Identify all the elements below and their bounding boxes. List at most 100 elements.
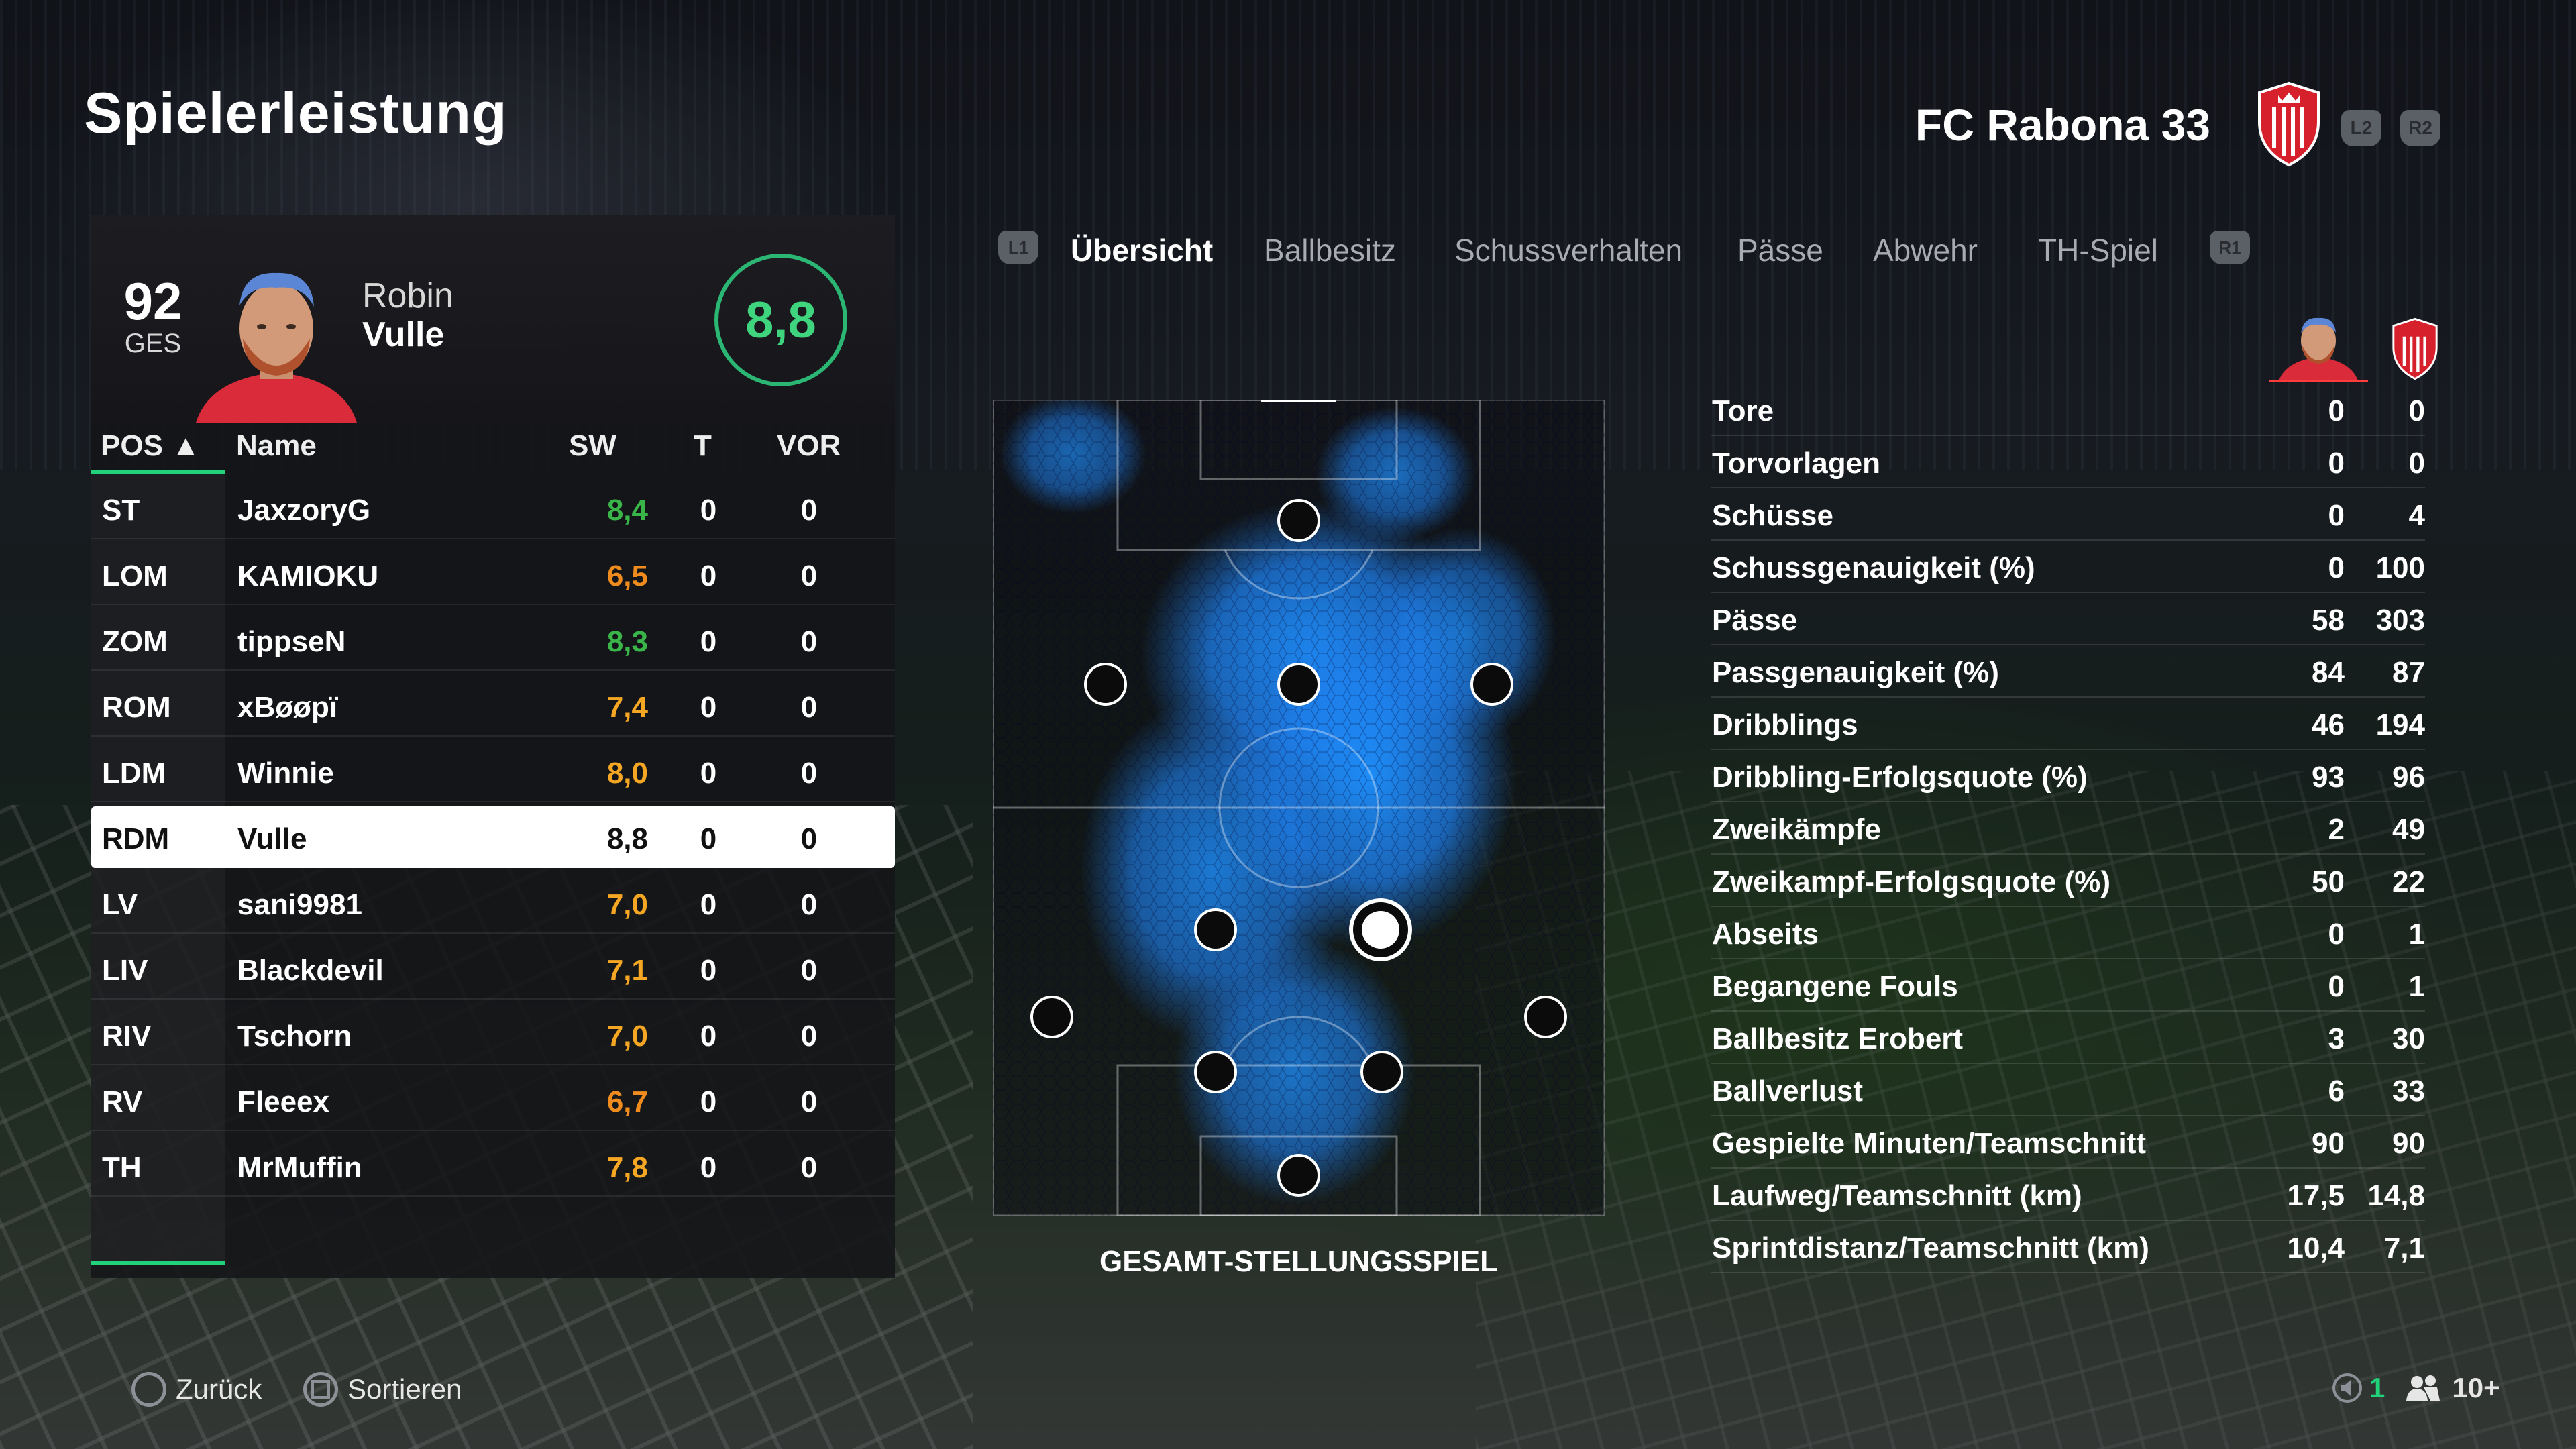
header-rating[interactable]: SW bbox=[569, 429, 616, 463]
stat-player-value: 17,5 bbox=[2287, 1179, 2345, 1212]
tab-uebersicht[interactable]: Übersicht bbox=[1071, 232, 1213, 268]
row-position: LIV bbox=[102, 954, 148, 987]
row-assists: 0 bbox=[800, 691, 818, 724]
header-name[interactable]: Name bbox=[236, 429, 317, 463]
table-row[interactable]: ROM xBøøpï 7,4 0 0 bbox=[91, 675, 895, 737]
table-row[interactable]: TH MrMuffin 7,8 0 0 bbox=[91, 1135, 895, 1197]
stat-team-value: 1 bbox=[2408, 918, 2425, 951]
stat-label: Gespielte Minuten/Teamschnitt bbox=[1712, 1127, 2147, 1160]
table-row[interactable]: RDM Vulle 8,8 0 0 bbox=[91, 806, 895, 868]
tab-schussverhalten[interactable]: Schussverhalten bbox=[1454, 232, 1682, 268]
row-assists: 0 bbox=[800, 888, 818, 921]
player-overall-label: GES bbox=[124, 329, 182, 358]
stat-label: Tore bbox=[1712, 394, 1774, 427]
r1-button-icon[interactable]: R1 bbox=[2210, 231, 2250, 264]
stat-label: Begangene Fouls bbox=[1712, 970, 1958, 1003]
tab-th-spiel[interactable]: TH-Spiel bbox=[2038, 232, 2158, 268]
row-rating: 7,0 bbox=[606, 888, 648, 921]
row-player-name: Blackdevil bbox=[237, 954, 384, 987]
stat-player-value: 0 bbox=[2328, 499, 2345, 532]
stat-team-value: 194 bbox=[2375, 708, 2425, 741]
stat-team-value: 1 bbox=[2408, 970, 2425, 1003]
r2-button-icon[interactable]: R2 bbox=[2400, 110, 2440, 146]
player-first-name: Robin bbox=[362, 276, 453, 315]
stat-label: Zweikämpfe bbox=[1712, 813, 1881, 846]
header-pos-sort[interactable]: POS ▲ bbox=[101, 429, 201, 463]
l2-button-icon[interactable]: L2 bbox=[2341, 110, 2381, 146]
sort-action[interactable]: Sortieren bbox=[303, 1372, 462, 1407]
player-last-name: Vulle bbox=[362, 315, 445, 354]
sort-label: Sortieren bbox=[347, 1373, 462, 1405]
stat-row: Passgenauigkeit (%) 84 87 bbox=[1711, 645, 2425, 698]
stat-label: Pässe bbox=[1712, 604, 1798, 637]
tab-abwehr[interactable]: Abwehr bbox=[1873, 232, 1978, 268]
row-divider bbox=[91, 669, 895, 671]
row-assists: 0 bbox=[800, 559, 818, 592]
row-rating: 7,8 bbox=[606, 1151, 648, 1184]
row-rating: 7,1 bbox=[606, 954, 648, 987]
player-name: Robin Vulle bbox=[362, 276, 453, 354]
back-action[interactable]: Zurück bbox=[131, 1372, 262, 1407]
row-player-name: KAMIOKU bbox=[237, 559, 379, 592]
table-row[interactable]: LV sani9981 7,0 0 0 bbox=[91, 872, 895, 934]
table-row[interactable]: LOM KAMIOKU 6,5 0 0 bbox=[91, 543, 895, 605]
match-rating-badge: 8,8 bbox=[714, 254, 847, 386]
player-comparison-avatar bbox=[2269, 317, 2368, 382]
stat-team-value: 22 bbox=[2392, 865, 2425, 898]
stat-team-value: 90 bbox=[2392, 1127, 2425, 1160]
party-count: 10+ bbox=[2452, 1372, 2500, 1403]
row-position: LOM bbox=[102, 559, 168, 592]
stat-row: Begangene Fouls 0 1 bbox=[1711, 959, 2425, 1012]
stat-row: Dribblings 46 194 bbox=[1711, 698, 2425, 750]
header-goals[interactable]: T bbox=[694, 429, 712, 463]
row-rating: 6,7 bbox=[606, 1085, 648, 1118]
tab-paesse[interactable]: Pässe bbox=[1737, 232, 1823, 268]
stat-player-value: 0 bbox=[2328, 394, 2345, 427]
row-goals: 0 bbox=[700, 691, 717, 724]
row-assists: 0 bbox=[800, 1151, 818, 1184]
table-row[interactable]: ZOM tippseN 8,3 0 0 bbox=[91, 609, 895, 671]
row-rating: 7,4 bbox=[606, 691, 648, 724]
row-assists: 0 bbox=[800, 625, 818, 658]
team-crest-icon bbox=[2258, 81, 2320, 167]
row-goals: 0 bbox=[700, 757, 717, 790]
stat-row: Ballbesitz Erobert 3 30 bbox=[1711, 1012, 2425, 1064]
stat-label: Sprintdistanz/Teamschnitt (km) bbox=[1712, 1232, 2149, 1265]
stat-team-value: 30 bbox=[2392, 1022, 2425, 1055]
positioning-heatmap bbox=[993, 400, 1605, 1216]
row-rating: 7,0 bbox=[606, 1020, 648, 1053]
stat-label: Ballverlust bbox=[1712, 1075, 1863, 1108]
row-divider bbox=[91, 801, 895, 802]
selected-player-marker bbox=[1349, 898, 1412, 961]
stat-row: Pässe 58 303 bbox=[1711, 593, 2425, 645]
table-row[interactable]: ST JaxzoryG 8,4 0 0 bbox=[91, 478, 895, 539]
row-player-name: JaxzoryG bbox=[237, 494, 371, 527]
row-goals: 0 bbox=[700, 1020, 717, 1053]
row-player-name: Tschorn bbox=[237, 1020, 352, 1053]
row-assists: 0 bbox=[800, 757, 818, 790]
row-assists: 0 bbox=[800, 822, 818, 855]
row-player-name: xBøøpï bbox=[237, 691, 338, 724]
stat-label: Dribbling-Erfolgsquote (%) bbox=[1712, 761, 2088, 794]
header-assists[interactable]: VOR bbox=[777, 429, 841, 463]
stat-player-value: 10,4 bbox=[2287, 1232, 2345, 1265]
l1-button-icon[interactable]: L1 bbox=[998, 231, 1038, 264]
row-assists: 0 bbox=[800, 1085, 818, 1118]
row-assists: 0 bbox=[800, 954, 818, 987]
table-row[interactable]: LIV Blackdevil 7,1 0 0 bbox=[91, 938, 895, 1000]
row-goals: 0 bbox=[700, 1151, 717, 1184]
stat-team-value: 14,8 bbox=[2367, 1179, 2425, 1212]
stat-player-value: 0 bbox=[2328, 447, 2345, 480]
row-position: ZOM bbox=[102, 625, 168, 658]
table-row[interactable]: RV Fleeex 6,7 0 0 bbox=[91, 1069, 895, 1131]
stat-row: Laufweg/Teamschnitt (km) 17,5 14,8 bbox=[1711, 1169, 2425, 1221]
square-button-icon bbox=[303, 1372, 338, 1407]
table-row[interactable]: LDM Winnie 8,0 0 0 bbox=[91, 741, 895, 802]
table-row[interactable]: RIV Tschorn 7,0 0 0 bbox=[91, 1004, 895, 1065]
heatmap-caption: GESAMT-STELLUNGSSPIEL bbox=[1099, 1245, 1499, 1278]
row-position: LDM bbox=[102, 757, 166, 790]
row-position: TH bbox=[102, 1151, 142, 1184]
row-player-name: Vulle bbox=[237, 822, 307, 855]
stat-row: Tore 0 0 bbox=[1711, 384, 2425, 436]
tab-ballbesitz[interactable]: Ballbesitz bbox=[1264, 232, 1396, 268]
